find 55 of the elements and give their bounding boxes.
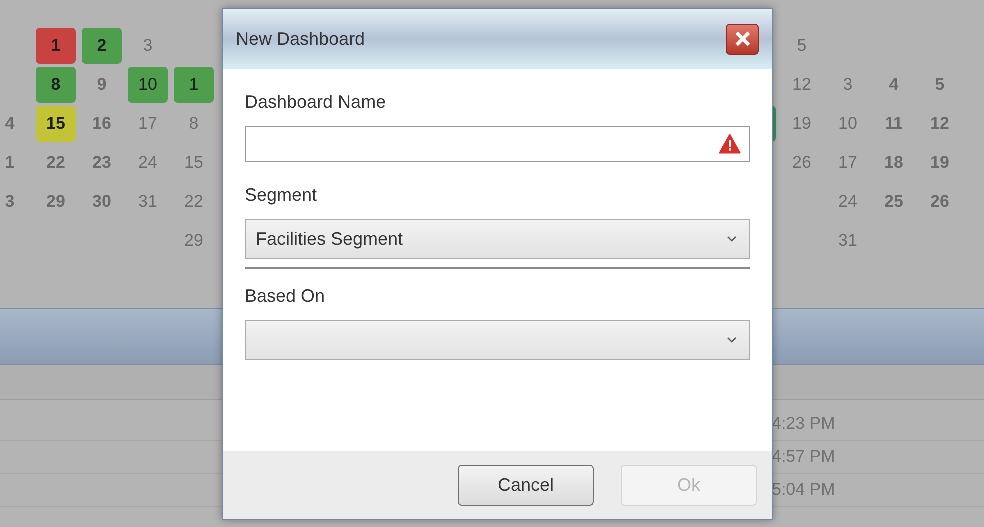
day-number[interactable]: 3 <box>5 188 15 214</box>
dialog-button[interactable]: Cancel <box>458 464 594 506</box>
field-label: Dashboard Name <box>245 91 388 114</box>
day-cell[interactable]: 1 <box>36 28 76 64</box>
day-number[interactable]: 23 <box>92 150 112 176</box>
day-number[interactable]: 17 <box>838 150 858 176</box>
close-icon <box>734 31 750 47</box>
close-button[interactable] <box>726 24 759 54</box>
day-number[interactable]: 15 <box>184 150 204 176</box>
day-number[interactable]: 17 <box>138 110 158 136</box>
day-number[interactable]: 4 <box>889 72 899 98</box>
time-text: 5:04 PM <box>772 479 836 502</box>
day-number[interactable]: 8 <box>189 110 199 136</box>
dashboard-name-field[interactable] <box>245 126 750 162</box>
day-cell[interactable]: 10 <box>128 66 168 102</box>
time-text: 4:23 PM <box>772 413 836 436</box>
day-number[interactable]: 31 <box>138 188 158 214</box>
day-number[interactable]: 16 <box>92 110 112 136</box>
day-number[interactable]: 12 <box>792 72 812 98</box>
time-text: 4:57 PM <box>772 446 836 468</box>
day-number[interactable]: 18 <box>884 150 904 176</box>
day-cell[interactable]: 8 <box>36 66 76 102</box>
day-number[interactable]: 19 <box>930 150 950 176</box>
field-label: Segment <box>245 184 318 207</box>
day-number[interactable]: 26 <box>792 150 812 176</box>
day-cell[interactable]: 2 <box>82 28 122 64</box>
day-number[interactable]: 1 <box>5 150 15 176</box>
day-cell[interactable]: 15 <box>36 106 76 142</box>
day-number[interactable]: 22 <box>184 188 204 214</box>
day-number[interactable]: 24 <box>838 188 858 214</box>
day-number[interactable]: 5 <box>935 72 945 98</box>
field-label: Based On <box>245 285 326 308</box>
day-number[interactable]: 30 <box>92 188 112 214</box>
dialog-title: New Dashboard <box>236 28 366 50</box>
day-number[interactable]: 19 <box>792 110 812 136</box>
day-number[interactable]: 4 <box>5 110 15 136</box>
day-number[interactable]: 12 <box>930 110 950 136</box>
day-number[interactable]: 5 <box>797 32 807 58</box>
day-number[interactable]: 3 <box>843 72 853 98</box>
day-number[interactable]: 22 <box>46 150 66 176</box>
day-number[interactable]: 29 <box>46 188 66 214</box>
dropdown[interactable]: Facilities Segment <box>245 219 750 259</box>
day-number[interactable]: 26 <box>930 188 950 214</box>
day-number[interactable]: 10 <box>838 110 858 136</box>
chevron-down-icon <box>727 337 737 343</box>
day-number[interactable]: 31 <box>838 228 858 254</box>
day-number[interactable]: 25 <box>884 188 904 214</box>
chevron-down-icon <box>727 236 737 242</box>
day-number[interactable]: 29 <box>184 228 204 254</box>
day-number[interactable]: 24 <box>138 150 158 176</box>
dropdown[interactable] <box>245 320 750 360</box>
day-cell[interactable]: 1 <box>174 66 214 102</box>
day-number[interactable]: 11 <box>885 110 903 136</box>
day-number[interactable]: 3 <box>143 32 153 58</box>
day-number[interactable]: 9 <box>97 72 107 98</box>
